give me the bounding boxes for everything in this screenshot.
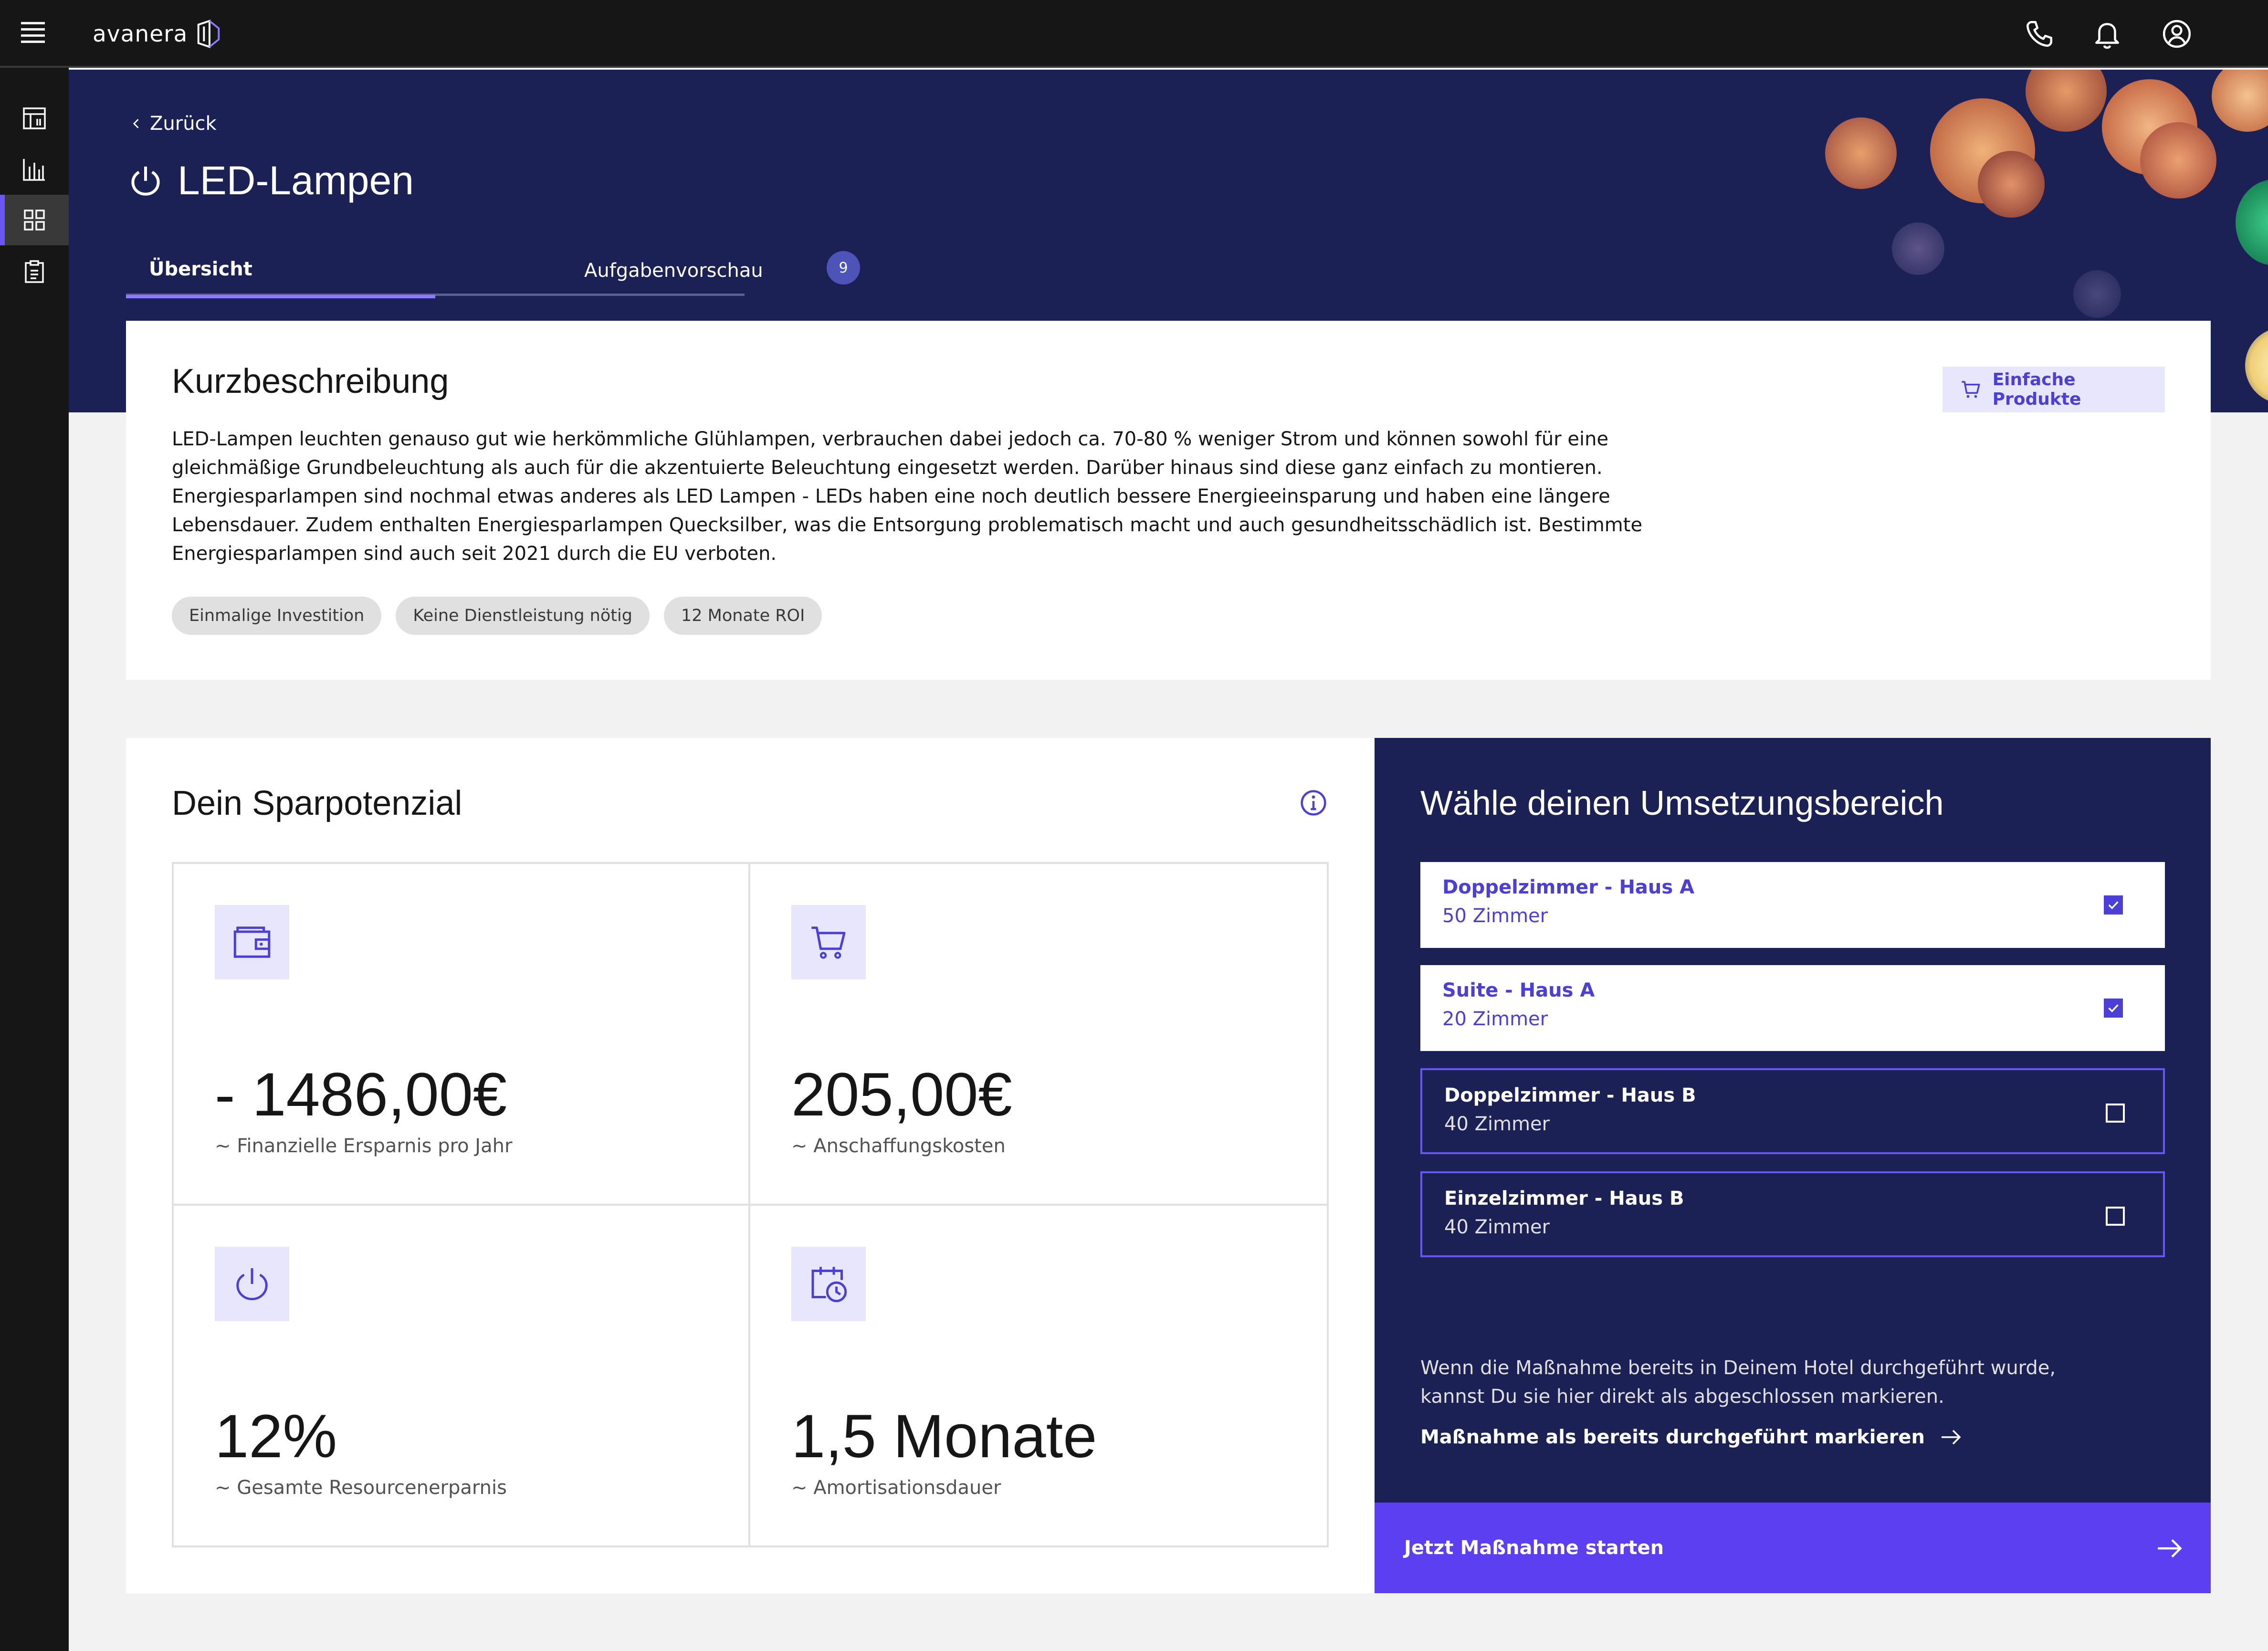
metric-value: 12% xyxy=(215,1402,337,1471)
bokeh-light xyxy=(2026,70,2107,132)
checkmark-icon xyxy=(2108,901,2119,909)
tag-chip: Keine Dienstleistung nötig xyxy=(396,597,650,635)
calendar-clock-icon xyxy=(811,1267,847,1303)
area-checkbox[interactable] xyxy=(2104,895,2123,915)
metric-acquisition-cost: 205,00€ ~ Anschaffungskosten xyxy=(750,864,1327,1206)
simple-products-button[interactable]: Einfache Produkte xyxy=(1942,367,2165,412)
top-bar: avanera xyxy=(0,0,2268,68)
checkmark-icon xyxy=(2108,1004,2119,1012)
grid-icon xyxy=(24,210,45,231)
implementation-area-card: Wähle deinen Umsetzungsbereich Doppelzim… xyxy=(1375,738,2211,1593)
description-card: Kurzbeschreibung LED-Lampen leuchten gen… xyxy=(126,321,2211,680)
description-title: Kurzbeschreibung xyxy=(172,362,449,400)
metric-icon-box xyxy=(791,1247,866,1321)
tab-overview[interactable]: Übersicht xyxy=(126,243,435,298)
bokeh-light xyxy=(1825,117,1897,189)
area-option-rooms: 40 Zimmer xyxy=(1444,1216,1550,1238)
hamburger-menu-icon[interactable] xyxy=(21,22,50,46)
start-measure-label: Jetzt Maßnahme starten xyxy=(1404,1537,1664,1559)
phone-icon[interactable] xyxy=(2024,18,2055,50)
bar-chart-icon xyxy=(23,159,45,181)
area-note: Wenn die Maßnahme bereits in Deinem Hote… xyxy=(1420,1357,2056,1408)
area-option-name: Suite - Haus A xyxy=(1442,979,1595,1001)
bokeh-light xyxy=(1978,151,2045,218)
wallet-icon xyxy=(233,926,271,958)
power-icon xyxy=(236,1268,268,1301)
nav-analytics[interactable] xyxy=(0,144,69,195)
metric-label: ~ Gesamte Resourcenerparnis xyxy=(215,1477,507,1499)
mark-as-done-link[interactable]: Maßnahme als bereits durchgeführt markie… xyxy=(1420,1426,1963,1448)
bokeh-light xyxy=(2212,70,2268,132)
area-option-name: Doppelzimmer - Haus A xyxy=(1442,876,1695,898)
start-measure-button[interactable]: Jetzt Maßnahme starten xyxy=(1375,1503,2211,1593)
clipboard-icon xyxy=(25,260,44,283)
metric-icon-box xyxy=(215,905,289,979)
area-option-rooms: 20 Zimmer xyxy=(1442,1008,1548,1030)
side-navigation xyxy=(0,68,69,1651)
page-title: LED-Lampen xyxy=(178,158,414,203)
area-option[interactable]: Einzelzimmer - Haus B 40 Zimmer xyxy=(1420,1171,2165,1257)
area-option[interactable]: Doppelzimmer - Haus B 40 Zimmer xyxy=(1420,1068,2165,1154)
metric-annual-savings: - 1486,00€ ~ Finanzielle Ersparnis pro J… xyxy=(174,864,750,1206)
tab-label: Aufgabenvorschau xyxy=(584,260,763,282)
bokeh-light xyxy=(2236,179,2268,265)
nav-measures[interactable] xyxy=(0,195,69,245)
back-link-label: Zurück xyxy=(150,113,217,135)
metric-icon-box xyxy=(791,905,866,979)
metric-resource-savings: 12% ~ Gesamte Resourcenerparnis xyxy=(174,1206,750,1547)
tag-chip: 12 Monate ROI xyxy=(663,597,822,635)
area-option-rooms: 50 Zimmer xyxy=(1442,905,1548,927)
brand-mark-icon xyxy=(198,20,220,48)
area-option[interactable]: Doppelzimmer - Haus A 50 Zimmer xyxy=(1420,862,2165,948)
simple-products-label: Einfache Produkte xyxy=(1992,370,2081,409)
metric-payback-period: 1,5 Monate ~ Amortisationsdauer xyxy=(750,1206,1327,1547)
power-icon xyxy=(131,166,160,196)
back-link[interactable]: Zurück xyxy=(130,113,217,135)
metric-label: ~ Amortisationsdauer xyxy=(791,1477,1001,1499)
area-option-rooms: 40 Zimmer xyxy=(1444,1113,1550,1135)
tag-chip: Einmalige Investition xyxy=(172,597,382,635)
nav-calendar[interactable] xyxy=(0,93,69,143)
bell-icon[interactable] xyxy=(2091,18,2123,50)
brand-name: avanera xyxy=(93,21,188,47)
bokeh-light xyxy=(2140,122,2216,199)
arrow-right-icon xyxy=(1941,1430,1961,1445)
metric-label: ~ Anschaffungskosten xyxy=(791,1135,1006,1157)
info-icon[interactable] xyxy=(1299,789,1328,817)
tag-list: Einmalige Investition Keine Dienstleistu… xyxy=(172,597,822,635)
calendar-icon xyxy=(23,107,46,129)
bokeh-light xyxy=(2073,270,2121,318)
metric-icon-box xyxy=(215,1247,289,1321)
tab-bar: Übersicht Aufgabenvorschau 9 xyxy=(126,243,860,298)
savings-title: Dein Sparpotenzial xyxy=(172,784,462,822)
area-checkbox[interactable] xyxy=(2106,1207,2125,1226)
cart-icon xyxy=(811,926,846,959)
area-checkbox[interactable] xyxy=(2106,1104,2125,1123)
arrow-right-icon xyxy=(2158,1539,2182,1558)
savings-metrics-grid: - 1486,00€ ~ Finanzielle Ersparnis pro J… xyxy=(172,862,1329,1547)
cart-icon xyxy=(1962,381,1980,398)
area-option[interactable]: Suite - Haus A 20 Zimmer xyxy=(1420,965,2165,1051)
chevron-left-icon xyxy=(133,119,139,128)
task-count-badge: 9 xyxy=(827,251,860,284)
page-header: LED-Lampen xyxy=(128,158,414,204)
brand-logo[interactable]: avanera xyxy=(93,17,223,51)
metric-value: - 1486,00€ xyxy=(215,1061,507,1129)
nav-tasks[interactable] xyxy=(0,246,69,297)
metric-label: ~ Finanzielle Ersparnis pro Jahr xyxy=(215,1135,513,1157)
tab-task-preview[interactable]: Aufgabenvorschau 9 xyxy=(435,243,860,296)
bokeh-light xyxy=(1892,222,1944,275)
area-option-name: Doppelzimmer - Haus B xyxy=(1444,1084,1696,1106)
area-checkbox[interactable] xyxy=(2104,999,2123,1018)
metric-value: 205,00€ xyxy=(791,1061,1012,1129)
mark-as-done-label: Maßnahme als bereits durchgeführt markie… xyxy=(1420,1426,1925,1448)
bokeh-light xyxy=(2245,327,2268,404)
user-account-icon[interactable] xyxy=(2161,18,2193,50)
tab-label: Übersicht xyxy=(149,258,252,280)
area-title: Wähle deinen Umsetzungsbereich xyxy=(1420,784,1944,822)
savings-card: Dein Sparpotenzial - 1486,00€ ~ Finanzie… xyxy=(126,738,1375,1593)
metric-value: 1,5 Monate xyxy=(791,1402,1097,1471)
area-option-name: Einzelzimmer - Haus B xyxy=(1444,1188,1684,1209)
description-text: LED-Lampen leuchten genauso gut wie herk… xyxy=(172,428,1643,565)
